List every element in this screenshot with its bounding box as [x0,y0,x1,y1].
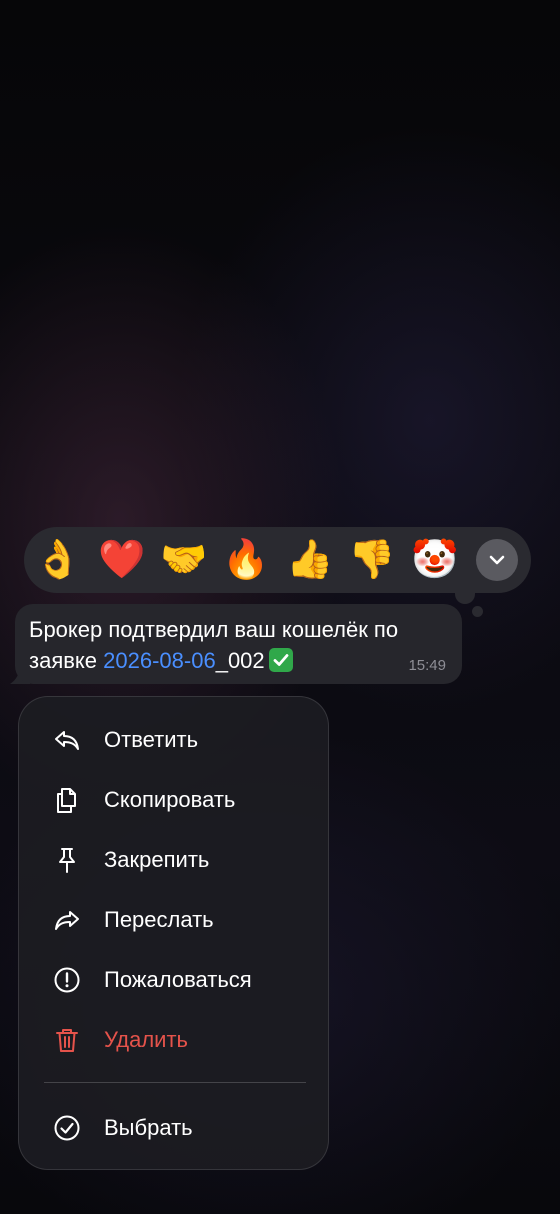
report-icon [54,967,80,993]
reaction-thumbs-up[interactable]: 👍 [286,536,333,582]
menu-item-label: Закрепить [104,847,210,872]
forward-icon [55,911,79,930]
menu-item-report[interactable]: Пожаловаться [19,951,330,1009]
reaction-ok-hand[interactable]: 👌 [34,536,81,582]
reaction-bar-tail [455,592,475,604]
message-bubble[interactable]: Брокер подтвердил ваш кошелёк по заявке … [15,604,462,684]
reaction-thumbs-down[interactable]: 👎 [348,536,395,582]
message-text-end: _002 [215,648,265,673]
menu-item-label: Ответить [104,727,199,752]
reaction-bar-tail-dot [472,606,483,617]
menu-divider [44,1082,306,1083]
menu-item-label: Пожаловаться [104,967,252,992]
check-mark-button-icon [268,648,293,672]
pin-icon [59,848,75,873]
message-time: 15:49 [408,657,446,674]
context-menu: Ответить Скопировать Закрепить Переслать… [18,696,329,1170]
select-check-icon [54,1115,80,1141]
message-date-link[interactable]: 2026-08-06 [103,648,216,673]
menu-item-delete[interactable]: Удалить [19,1011,330,1069]
reaction-heart[interactable]: ❤️ [98,536,145,582]
menu-item-select[interactable]: Выбрать [19,1099,330,1157]
chevron-down-icon [489,555,505,565]
trash-icon [56,1029,78,1052]
menu-item-pin[interactable]: Закрепить [19,831,330,889]
menu-item-label: Выбрать [104,1115,193,1140]
expand-reactions-button[interactable] [476,539,518,581]
reaction-fire[interactable]: 🔥 [222,536,269,582]
reaction-clown[interactable]: 🤡 [411,536,458,582]
menu-item-label: Удалить [104,1027,188,1052]
menu-item-reply[interactable]: Ответить [19,711,330,769]
message-text: Брокер подтвердил ваш кошелёк по заявке … [29,614,449,676]
menu-item-copy[interactable]: Скопировать [19,771,330,829]
copy-icon [57,788,76,813]
reaction-bar: 👌 ❤️ 🤝 🔥 👍 👎 🤡 [24,527,531,593]
menu-item-forward[interactable]: Переслать [19,891,330,949]
reply-icon [55,731,79,750]
reaction-handshake[interactable]: 🤝 [160,536,207,582]
menu-item-label: Переслать [104,907,214,932]
menu-item-label: Скопировать [104,787,236,812]
